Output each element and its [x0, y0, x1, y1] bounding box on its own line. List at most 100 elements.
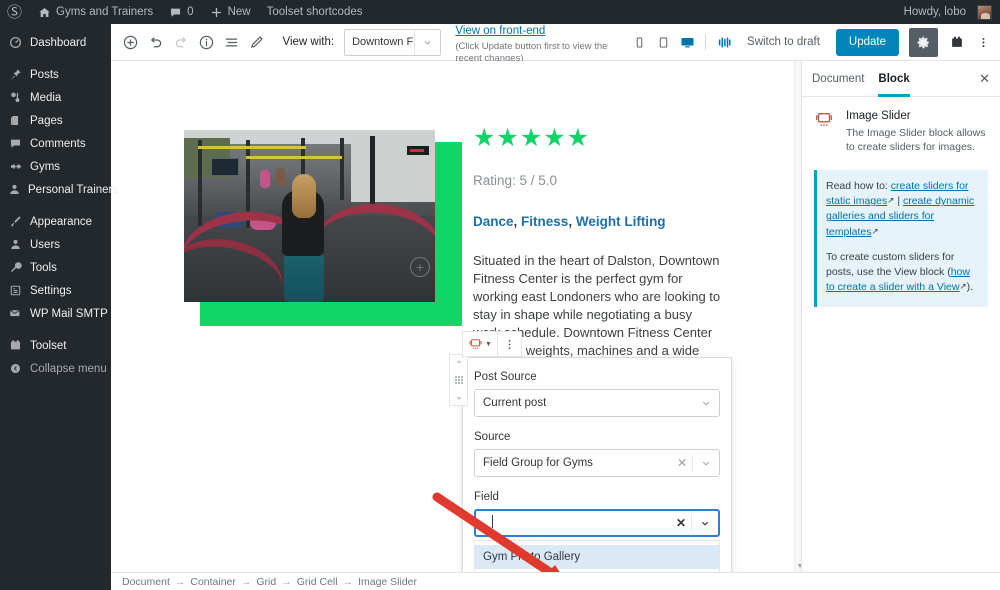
gear-icon — [916, 35, 931, 50]
toolset-icon — [8, 339, 23, 352]
sidebar-item-tools[interactable]: Tools — [0, 256, 111, 279]
more-options-button[interactable] — [972, 28, 994, 56]
sidebar-item-dashboard[interactable]: Dashboard — [0, 31, 111, 54]
dynamic-source-popover: Post Source Current post Source Field Gr… — [462, 357, 732, 572]
photo-detail — [211, 158, 239, 176]
undo-button[interactable] — [144, 27, 167, 57]
source-label: Source — [474, 431, 511, 443]
field-group: Field ✕ Gym Photo Gallery — [474, 491, 720, 572]
notice-line-1: Read how to: create sliders for static i… — [826, 179, 979, 240]
admin-bar: Ⓢ Gyms and Trainers 0 New Toolset shortc… — [0, 0, 1000, 24]
drag-handle-icon[interactable] — [454, 376, 463, 384]
menu-separator — [0, 201, 111, 210]
breadcrumb-separator: → — [342, 575, 354, 588]
field-select[interactable]: ✕ — [474, 509, 720, 537]
block-description: The Image Slider block allows to create … — [846, 127, 986, 154]
collapse-icon — [8, 362, 23, 375]
menu-separator — [0, 325, 111, 334]
desktop-preview-button[interactable] — [676, 28, 698, 56]
block-info-card: Image Slider The Image Slider block allo… — [814, 110, 988, 155]
toolset-button[interactable] — [944, 28, 970, 56]
chevron-down-icon[interactable] — [454, 394, 464, 402]
pin-icon — [8, 68, 23, 81]
breadcrumb-item-grid[interactable]: Grid — [256, 576, 276, 588]
source-group: Source Field Group for Gyms ✕ — [474, 431, 720, 477]
sidebar-item-gyms[interactable]: Gyms — [0, 155, 111, 178]
sidebar-label: Pages — [30, 114, 63, 127]
view-with-select[interactable]: Downtown Fitness Ce.. — [344, 28, 442, 56]
block-mover[interactable] — [449, 354, 468, 406]
sidebar-item-appearance[interactable]: Appearance — [0, 210, 111, 233]
source-select[interactable]: Field Group for Gyms ✕ — [474, 449, 720, 477]
breadcrumb-item-document[interactable]: Document — [122, 576, 170, 588]
image-slider-block-icon — [814, 110, 836, 155]
sidebar-item-collapse-menu[interactable]: Collapse menu — [0, 357, 111, 380]
toolset-shortcodes-button[interactable]: Toolset shortcodes — [259, 0, 371, 24]
new-content-button[interactable]: New — [202, 0, 259, 24]
category-links: Dance, Fitness, Weight Lifting — [473, 214, 733, 229]
switch-to-draft-button[interactable]: Switch to draft — [737, 36, 830, 48]
notice-prefix-2: To create custom sliders for posts, use … — [826, 250, 955, 279]
site-name-button[interactable]: Gyms and Trainers — [30, 0, 161, 24]
image-block[interactable] — [184, 130, 462, 326]
app-root: Ⓢ Gyms and Trainers 0 New Toolset shortc… — [0, 0, 1000, 590]
breadcrumb-item-container[interactable]: Container — [190, 576, 236, 588]
site-name-label: Gyms and Trainers — [56, 6, 154, 18]
comment-icon — [8, 137, 23, 150]
sidebar-item-toolset[interactable]: Toolset — [0, 334, 111, 357]
block-options-button[interactable] — [498, 332, 521, 356]
view-on-front-end-link[interactable]: View on front-end — [455, 25, 545, 37]
clear-x-icon[interactable]: ✕ — [671, 516, 691, 530]
sidebar-item-media[interactable]: Media — [0, 86, 111, 109]
category-link-1[interactable]: Fitness — [521, 214, 568, 229]
sidebar-item-posts[interactable]: Posts — [0, 63, 111, 86]
wordpress-logo-button[interactable]: Ⓢ — [0, 0, 30, 24]
block-appender-button[interactable]: + — [410, 257, 430, 277]
list-view-button[interactable] — [220, 27, 243, 57]
pencil-icon — [248, 34, 265, 51]
field-options-dropdown: Gym Photo Gallery — [474, 540, 720, 572]
post-source-select[interactable]: Current post — [474, 389, 720, 417]
tablet-preview-button[interactable] — [652, 28, 674, 56]
sidebar-item-users[interactable]: Users — [0, 233, 111, 256]
sidebar-label: Collapse menu — [30, 362, 107, 375]
breadcrumb-item-grid-cell[interactable]: Grid Cell — [297, 576, 338, 588]
close-icon[interactable]: ✕ — [979, 71, 990, 87]
sidebar-item-pages[interactable]: Pages — [0, 109, 111, 132]
chevron-down-icon — [693, 457, 719, 469]
kebab-menu-icon — [977, 36, 990, 49]
tab-block[interactable]: Block — [878, 61, 909, 97]
edit-mode-button[interactable] — [245, 27, 268, 57]
photo-detail — [260, 170, 270, 188]
redo-button[interactable] — [170, 27, 193, 57]
field-input[interactable] — [476, 515, 671, 531]
gym-battle-ropes-photo[interactable] — [184, 130, 435, 302]
add-block-button[interactable] — [119, 27, 142, 57]
howdy-account-menu[interactable]: Howdy, lobo — [896, 0, 1000, 24]
category-link-0[interactable]: Dance — [473, 214, 514, 229]
sidebar-item-comments[interactable]: Comments — [0, 132, 111, 155]
content-info-button[interactable] — [195, 27, 218, 57]
tab-document[interactable]: Document — [812, 61, 864, 97]
rating-text: Rating: 5 / 5.0 — [473, 173, 558, 188]
update-button[interactable]: Update — [835, 28, 899, 56]
sidebar-item-wp-mail-smtp[interactable]: WP Mail SMTP — [0, 302, 111, 325]
breadcrumb-item-image-slider[interactable]: Image Slider — [358, 576, 417, 588]
block-type-switcher-button[interactable]: ▼ — [463, 332, 497, 356]
mobile-preview-button[interactable] — [628, 28, 650, 56]
sidebar-item-settings[interactable]: Settings — [0, 279, 111, 302]
inspector-body: Image Slider The Image Slider block allo… — [802, 97, 1000, 307]
category-link-2[interactable]: Weight Lifting — [576, 214, 666, 229]
comments-button[interactable]: 0 — [161, 0, 201, 24]
plus-circle-icon: + — [415, 259, 425, 275]
clear-x-icon[interactable]: ✕ — [672, 456, 692, 470]
spacing-widths-button[interactable] — [713, 28, 735, 56]
settings-gear-button[interactable] — [909, 27, 938, 57]
sidebar-item-personal-trainers[interactable]: Personal Trainers — [0, 178, 118, 201]
sidebar-label: Tools — [30, 261, 57, 274]
field-label: Field — [474, 491, 499, 503]
chevron-up-icon[interactable] — [454, 358, 464, 366]
menu-separator — [0, 54, 111, 63]
field-option-gym-photo-gallery[interactable]: Gym Photo Gallery — [475, 545, 719, 569]
avatar — [977, 4, 992, 20]
